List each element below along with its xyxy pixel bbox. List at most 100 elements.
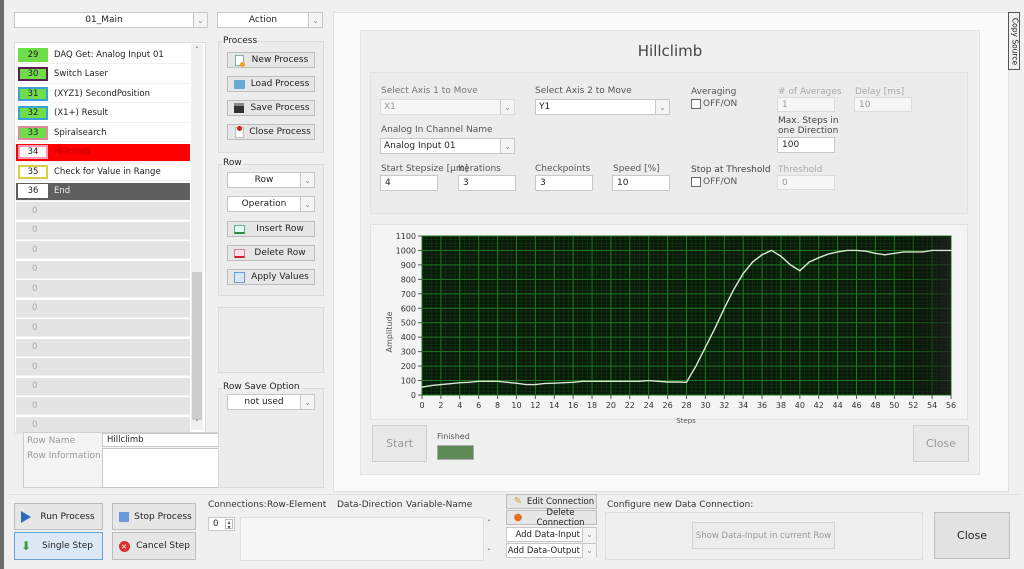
operation-row[interactable]: 31 (XYZ1) SecondPosition (16, 85, 190, 103)
row-select[interactable]: Row ⌄ (227, 172, 315, 188)
y-tick-label: 500 (401, 319, 416, 328)
empty-row[interactable]: 0 (16, 338, 190, 357)
axis2-select[interactable]: Y1 ⌄ (535, 99, 670, 115)
insert-row-button[interactable]: Insert Row (227, 221, 315, 237)
action-selector[interactable]: Action ⌄ (217, 12, 323, 28)
row-save-option-select[interactable]: not used ⌄ (227, 394, 315, 410)
data-point (610, 380, 612, 382)
operation-row[interactable]: 32 (X1+) Result (16, 104, 190, 123)
speed-input[interactable]: 10 (612, 175, 670, 191)
operation-row[interactable]: 30 Switch Laser (16, 65, 190, 84)
axis1-select[interactable]: X1 ⌄ (380, 99, 515, 115)
max-steps-input[interactable]: 100 (777, 137, 835, 153)
process-selector[interactable]: 01_Main ⌄ (14, 12, 208, 28)
scroll-up-icon[interactable]: ˆ (487, 519, 491, 528)
close-button[interactable]: Close (934, 512, 1010, 559)
row-group-title: Row (222, 158, 243, 168)
hillclimb-close-button[interactable]: Close (913, 425, 969, 462)
scroll-down-icon[interactable]: ˇ (487, 548, 491, 557)
max-steps-label-1: Max. Steps in (778, 116, 839, 126)
analog-channel-select[interactable]: Analog Input 01 ⌄ (380, 138, 515, 154)
threshold-input[interactable]: 0 (777, 175, 835, 190)
stop-threshold-checkbox[interactable] (691, 177, 701, 187)
y-axis-label: Amplitude (385, 311, 394, 352)
chevron-down-icon: ⌄ (300, 197, 314, 211)
spinner-arrows-icon[interactable]: ▴ ▾ (225, 519, 233, 531)
start-stepsize-label: Start Stepsize [µm] (381, 164, 469, 174)
copy-source-tab[interactable]: Copy Source (1008, 12, 1020, 70)
data-point (865, 250, 867, 252)
operation-row[interactable]: 33 Spiralsearch (16, 124, 190, 142)
configure-connection-label: Configure new Data Connection: (607, 500, 754, 510)
empty-row[interactable]: 0 (16, 319, 190, 337)
speed-label: Speed [%] (613, 164, 660, 174)
empty-row[interactable]: 0 (16, 202, 190, 220)
cancel-icon: × (117, 540, 131, 552)
delete-row-button[interactable]: Delete Row (227, 245, 315, 261)
data-point (591, 380, 593, 382)
data-point (430, 385, 433, 387)
data-point (827, 253, 829, 255)
load-process-button[interactable]: Load Process (227, 76, 315, 92)
scrollbar-thumb[interactable] (192, 272, 202, 420)
start-stepsize-input[interactable]: 4 (380, 175, 438, 191)
add-data-input-select[interactable]: Add Data-Input ⌄ (506, 527, 597, 542)
edit-connection-icon: ✎ (513, 496, 523, 507)
add-data-output-select[interactable]: Add Data-Output ⌄ (506, 543, 597, 558)
connections-list[interactable] (240, 517, 484, 561)
operation-number: 30 (18, 67, 48, 81)
axis2-label: Select Axis 2 to Move (535, 86, 632, 96)
empty-row[interactable]: 0 (16, 241, 190, 259)
empty-row[interactable]: 0 (16, 358, 190, 376)
apply-values-button[interactable]: Apply Values (227, 269, 315, 285)
empty-row[interactable]: 0 (16, 221, 190, 240)
data-point (506, 381, 508, 383)
operation-list[interactable]: 29 DAQ Get: Analog Input 01 30 Switch Laser… (16, 44, 191, 435)
y-tick-label: 900 (401, 261, 416, 270)
data-point (884, 254, 886, 256)
operation-row[interactable]: 34 Hillclimb (16, 143, 190, 162)
empty-row[interactable]: 0 (16, 299, 190, 318)
scroll-down-icon[interactable]: ˇ (191, 419, 203, 428)
operation-name: Switch Laser (54, 69, 108, 79)
y-tick-label: 400 (401, 333, 416, 342)
empty-row[interactable]: 0 (16, 377, 190, 396)
show-data-input-button[interactable]: Show Data-Input in current Row (692, 522, 835, 549)
plot-fade (894, 236, 951, 395)
num-averages-input[interactable]: 1 (777, 97, 835, 112)
close-process-button[interactable]: Close Process (227, 124, 315, 140)
operation-row[interactable]: 35 Check for Value in Range (16, 163, 190, 181)
delete-connection-button[interactable]: ● Delete Connection (506, 508, 597, 528)
empty-row-index: 0 (32, 361, 38, 372)
empty-row-index: 0 (32, 303, 38, 313)
chevron-down-icon: ⌄ (655, 100, 669, 114)
averaging-checkbox[interactable] (691, 99, 701, 109)
operation-select[interactable]: Operation ⌄ (227, 196, 315, 212)
stop-process-button[interactable]: Stop Process (112, 503, 196, 530)
data-point (855, 249, 858, 252)
data-point (459, 382, 461, 384)
save-process-button[interactable]: Save Process (227, 100, 315, 116)
empty-row[interactable]: 0 (16, 280, 190, 298)
checkpoints-input[interactable]: 3 (535, 175, 593, 191)
operation-row[interactable]: 36 End (16, 182, 190, 201)
new-process-button[interactable]: New Process (227, 52, 315, 68)
delay-input[interactable]: 10 (854, 97, 912, 112)
cancel-step-button[interactable]: × Cancel Step (112, 532, 196, 560)
connection-index-spinner[interactable]: 0 ▴ ▾ (208, 517, 235, 531)
empty-row[interactable]: 0 (16, 397, 190, 415)
iterations-input[interactable]: 3 (458, 175, 516, 191)
data-point (799, 270, 801, 272)
start-button[interactable]: Start (372, 425, 427, 462)
data-point (912, 251, 914, 253)
operation-row[interactable]: 29 DAQ Get: Analog Input 01 (16, 46, 190, 64)
data-point (468, 381, 470, 383)
empty-row[interactable]: 0 (16, 260, 190, 279)
x-tick-label: 48 (870, 401, 880, 410)
main-window: 01_Main ⌄ Action ⌄ 29 DAQ Get: Analog Inp… (0, 0, 1024, 569)
run-process-button[interactable]: Run Process (14, 503, 103, 530)
single-step-button[interactable]: ⬇ Single Step (14, 532, 103, 560)
scroll-up-icon[interactable]: ˆ (191, 46, 203, 55)
y-tick-label: 1100 (396, 232, 416, 241)
operation-list-scrollbar[interactable]: ˆ ˇ (191, 44, 203, 430)
